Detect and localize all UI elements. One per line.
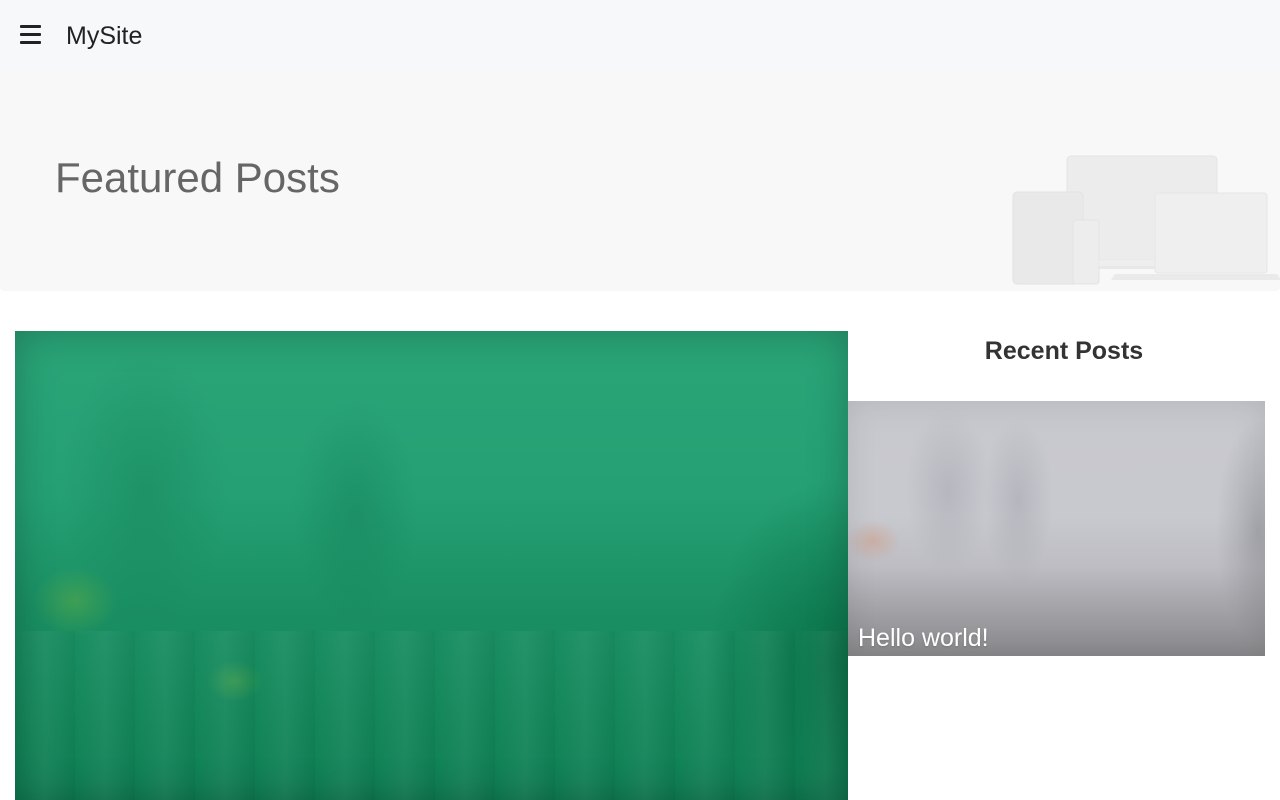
featured-post-image: [15, 631, 848, 800]
recent-post-title[interactable]: Hello world!: [858, 624, 989, 652]
top-bar: MySite: [0, 0, 1280, 72]
recent-posts-heading: Recent Posts: [984, 337, 1144, 365]
site-name-link[interactable]: MySite: [66, 22, 142, 50]
featured-hero-banner: Featured Posts: [0, 72, 1280, 291]
featured-post-card[interactable]: [15, 331, 848, 800]
hamburger-menu-icon[interactable]: [20, 25, 42, 47]
recent-post-card[interactable]: Hello world!: [848, 401, 1265, 656]
page-title: Featured Posts: [55, 154, 340, 201]
devices-illustration-icon: [1012, 155, 1280, 285]
